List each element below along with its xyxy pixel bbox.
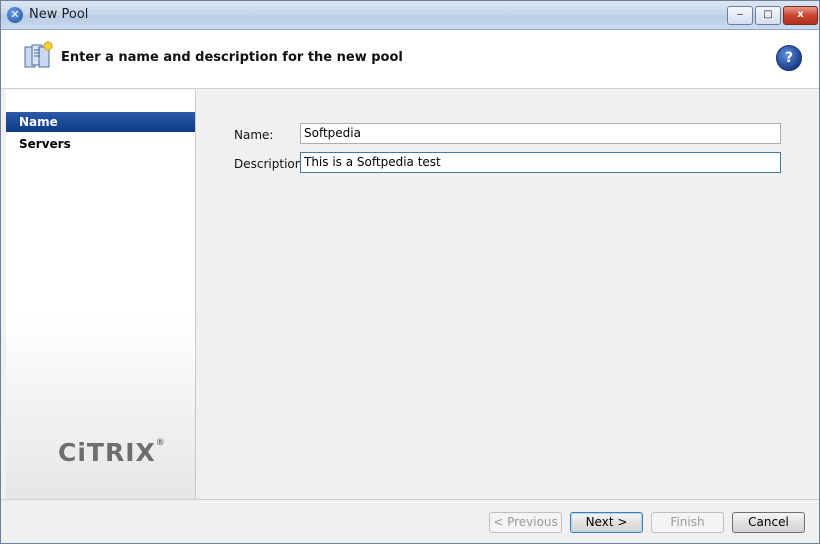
wizard-steps-sidebar: Name Servers CiTRIX®	[6, 90, 196, 499]
maximize-button[interactable]: □	[755, 6, 781, 25]
citrix-logo: CiTRIX®	[58, 438, 165, 467]
wizard-footer: < Previous Next > Finish Cancel	[1, 499, 819, 543]
finish-button[interactable]: Finish	[651, 512, 724, 533]
wizard-header: Enter a name and description for the new…	[1, 30, 819, 89]
new-pool-window: ✕ New Pool ‒ □ x Enter a name and descri…	[0, 0, 820, 544]
sidebar-item-servers[interactable]: Servers	[6, 134, 195, 154]
help-icon[interactable]: ?	[776, 45, 802, 71]
name-label: Name:	[234, 128, 274, 142]
sidebar-item-name[interactable]: Name	[6, 112, 195, 132]
xenserver-icon: ✕	[7, 7, 23, 23]
close-button[interactable]: x	[783, 6, 818, 25]
description-field[interactable]: This is a Softpedia test	[300, 152, 781, 173]
next-button[interactable]: Next >	[570, 512, 643, 533]
page-title: Enter a name and description for the new…	[61, 50, 403, 65]
title-bar[interactable]: ✕ New Pool ‒ □ x	[1, 1, 819, 30]
window-title: New Pool	[29, 7, 89, 22]
description-label: Description:	[234, 157, 307, 171]
server-pool-icon	[24, 41, 53, 68]
wizard-content: Name: Softpedia Description: This is a S…	[196, 90, 818, 499]
cancel-button[interactable]: Cancel	[732, 512, 805, 533]
previous-button[interactable]: < Previous	[489, 512, 562, 533]
name-field[interactable]: Softpedia	[300, 123, 781, 144]
minimize-button[interactable]: ‒	[727, 6, 753, 25]
